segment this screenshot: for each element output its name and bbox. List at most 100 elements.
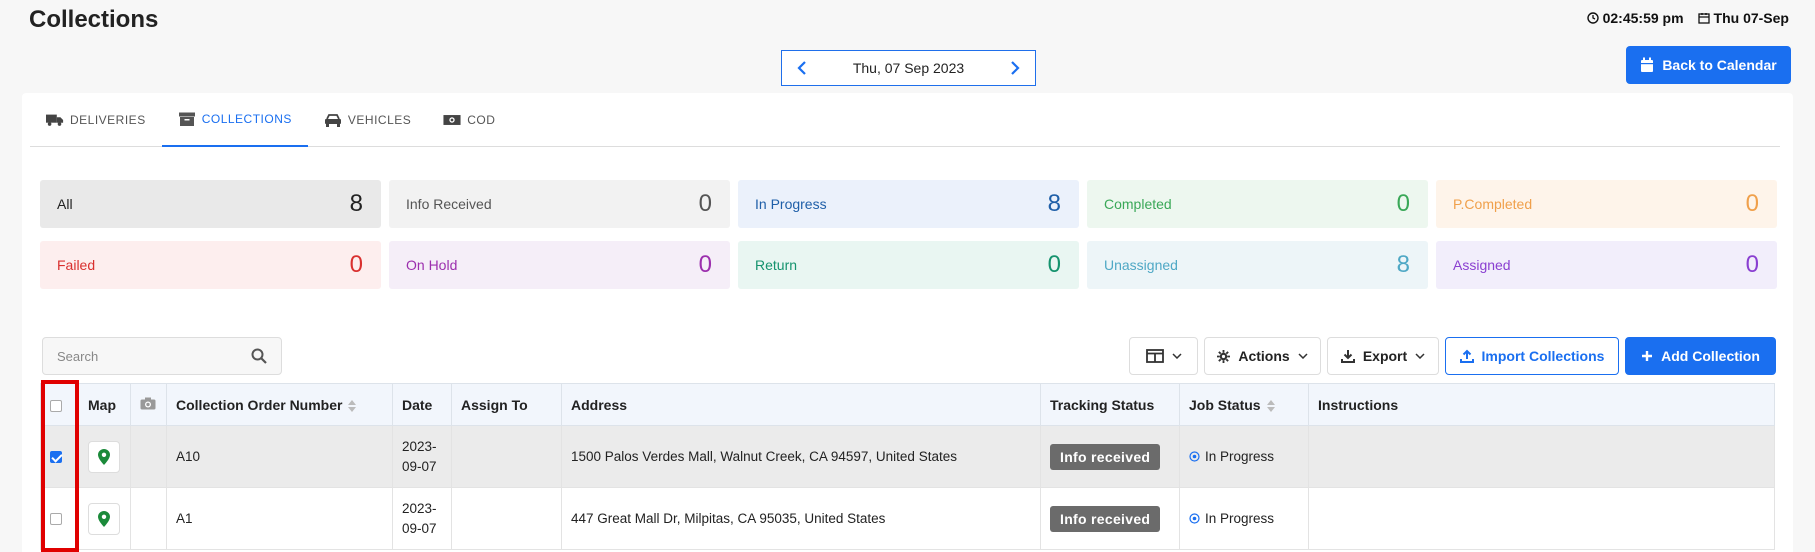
tab-cod[interactable]: COD [427,93,511,147]
job-status-text: In Progress [1205,449,1275,464]
selected-date[interactable]: Thu, 07 Sep 2023 [853,60,964,76]
money-icon [443,115,461,125]
tab-deliveries[interactable]: DELIVERIES [30,93,162,147]
status-filter-completed[interactable]: Completed 0 [1087,180,1428,228]
tracking-status-badge: Info received [1050,443,1161,470]
prev-date-button[interactable] [794,60,810,76]
search-box[interactable]: Search [42,337,282,375]
header-datetime: 02:45:59 pm Thu 07-Sep [1586,10,1789,26]
status-filter-count: 0 [1047,251,1061,278]
status-filter-label: In Progress [755,196,827,212]
status-filter-on-hold[interactable]: On Hold 0 [389,241,730,289]
tracking-status-badge: Info received [1050,505,1161,532]
order-number-header[interactable]: Collection Order Number [166,383,393,426]
row-checkbox[interactable] [50,513,62,526]
address-cell: 447 Great Mall Dr, Milpitas, CA 95035, U… [561,487,1041,550]
status-filter-grid: All 8 Info Received 0 In Progress 8 Completed 0… [40,180,1779,289]
status-filter-count: 0 [1396,190,1410,217]
time-text: 02:45:59 pm [1602,10,1684,26]
assign-to-cell[interactable] [451,487,562,550]
status-filter-label: P.Completed [1453,196,1533,212]
select-all-checkbox[interactable] [50,399,62,412]
map-button[interactable] [88,440,120,473]
date-line-2: 09-07 [402,520,437,536]
download-icon [1340,350,1355,363]
tab-collections-label: COLLECTIONS [201,112,292,126]
job-status-text: In Progress [1205,511,1275,526]
status-filter-p-completed[interactable]: P.Completed 0 [1436,180,1777,228]
content-card: DELIVERIES COLLECTIONS VEHICLES COD All 8… [22,93,1793,552]
status-filter-label: On Hold [406,257,458,273]
status-filter-unassigned[interactable]: Unassigned 8 [1087,241,1428,289]
date-cell: 2023- 09-07 [392,487,452,550]
status-filter-count: 0 [698,190,712,217]
status-filter-count: 0 [698,251,712,278]
sort-icon[interactable] [348,399,357,412]
job-status-cell: In Progress [1179,487,1309,550]
map-cell [78,487,131,550]
chevron-down-icon [1171,353,1182,359]
table-row[interactable]: A10 2023- 09-07 1500 Palos Verdes Mall, Wal… [40,425,1775,488]
status-filter-count: 0 [349,251,363,278]
job-status-header[interactable]: Job Status [1179,383,1309,426]
collections-table: Map Collection Order Number Date Assign … [40,383,1775,550]
map-pin-icon [98,510,110,527]
tab-vehicles[interactable]: VEHICLES [308,93,427,147]
row-select-cell [40,425,79,488]
status-filter-in-progress[interactable]: In Progress 8 [738,180,1079,228]
status-filter-count: 8 [1396,251,1410,278]
sort-icon[interactable] [1266,399,1275,412]
status-filter-failed[interactable]: Failed 0 [40,241,381,289]
map-header: Map [78,383,131,426]
tracking-status-cell: Info received [1040,487,1180,550]
chevron-right-icon [1011,61,1020,75]
back-to-calendar-button[interactable]: Back to Calendar [1626,46,1791,84]
instructions-cell [1308,425,1775,488]
order-number-header-label: Collection Order Number [176,396,343,413]
row-checkbox[interactable] [50,451,62,464]
order-number-cell[interactable]: A1 [166,487,393,550]
address-cell: 1500 Palos Verdes Mall, Walnut Creek, CA… [561,425,1041,488]
import-collections-label: Import Collections [1481,348,1605,364]
status-filter-label: Return [755,257,798,273]
export-button[interactable]: Export [1327,337,1439,375]
date-line-1: 2023- [402,438,437,454]
import-collections-button[interactable]: Import Collections [1445,337,1619,375]
archive-icon [178,112,195,126]
columns-icon [1145,349,1164,363]
status-filter-all[interactable]: All 8 [40,180,381,228]
search-icon[interactable] [251,348,267,364]
assign-to-header: Assign To [451,383,562,426]
date-line-1: 2023- [402,500,437,516]
add-collection-button[interactable]: Add Collection [1625,337,1776,375]
calendar-icon [1697,13,1710,24]
row-select-cell [40,487,79,550]
date-header: Date [392,383,452,426]
status-filter-return[interactable]: Return 0 [738,241,1079,289]
current-time: 02:45:59 pm [1586,10,1684,26]
assign-to-cell[interactable] [451,425,562,488]
date-line-2: 09-07 [402,458,437,474]
calendar-icon [1641,57,1654,72]
tracking-status-cell: Info received [1040,425,1180,488]
actions-button[interactable]: Actions [1204,337,1321,375]
column-toggle-button[interactable] [1129,337,1198,375]
status-filter-label: Unassigned [1104,257,1178,273]
search-input[interactable]: Search [57,349,98,364]
order-number-cell[interactable]: A10 [166,425,393,488]
status-filter-info-received[interactable]: Info Received 0 [389,180,730,228]
next-date-button[interactable] [1007,60,1023,76]
status-filter-label: Info Received [406,196,492,212]
photo-cell [130,487,167,550]
tab-collections[interactable]: COLLECTIONS [161,93,308,147]
plus-icon [1642,351,1653,361]
back-to-calendar-label: Back to Calendar [1662,57,1777,73]
status-filter-label: Assigned [1453,257,1511,273]
status-filter-assigned[interactable]: Assigned 0 [1436,241,1777,289]
map-button[interactable] [88,502,120,535]
status-filter-label: Completed [1104,196,1172,212]
date-text: Thu 07-Sep [1713,10,1789,26]
tab-vehicles-label: VEHICLES [347,113,412,127]
table-row[interactable]: A1 2023- 09-07 447 Great Mall Dr, Milpitas,… [40,487,1775,550]
actions-label: Actions [1238,348,1290,364]
